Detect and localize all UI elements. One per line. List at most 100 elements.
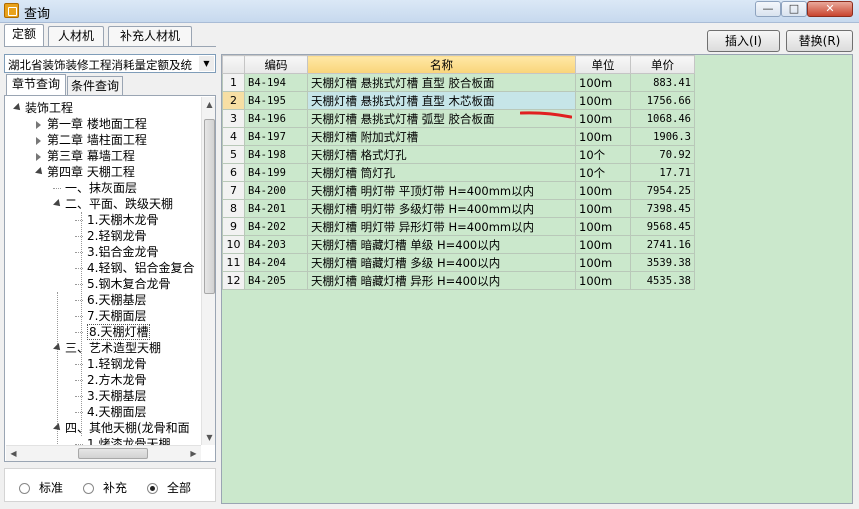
name-cell[interactable]: 天棚灯槽 暗藏灯槽 单级 H=400以内: [307, 235, 576, 254]
chevron-down-icon[interactable]: ▼: [199, 56, 214, 71]
name-cell[interactable]: 天棚灯槽 格式灯孔: [307, 145, 576, 164]
tree-node[interactable]: 3.天棚基层: [87, 388, 146, 404]
table-row[interactable]: 6 B4-199 天棚灯槽 筒灯孔 10个 17.71: [222, 163, 695, 182]
code-cell[interactable]: B4-196: [244, 109, 308, 128]
name-cell[interactable]: 天棚灯槽 附加式灯槽: [307, 127, 576, 146]
price-cell[interactable]: 883.41: [630, 73, 695, 92]
name-cell[interactable]: 天棚灯槽 悬挑式灯槽 直型 胶合板面: [307, 73, 576, 92]
tree-node[interactable]: 3.铝合金龙骨: [87, 244, 158, 260]
expand-triangle-icon[interactable]: [53, 199, 63, 209]
row-number[interactable]: 3: [222, 109, 245, 128]
unit-cell[interactable]: 100m: [575, 181, 631, 200]
scroll-down-icon[interactable]: ▼: [202, 430, 215, 445]
row-number[interactable]: 10: [222, 235, 245, 254]
code-cell[interactable]: B4-202: [244, 217, 308, 236]
unit-cell[interactable]: 100m: [575, 109, 631, 128]
price-cell[interactable]: 70.92: [630, 145, 695, 164]
unit-cell[interactable]: 10个: [575, 163, 631, 182]
unit-cell[interactable]: 100m: [575, 73, 631, 92]
expand-triangle-icon[interactable]: [13, 103, 23, 113]
scroll-thumb[interactable]: [204, 119, 215, 294]
name-cell[interactable]: 天棚灯槽 明灯带 平顶灯带 H=400mm以内: [307, 181, 576, 200]
unit-cell[interactable]: 100m: [575, 253, 631, 272]
tree-node[interactable]: 4.轻钢、铝合金复合: [87, 260, 194, 276]
row-number[interactable]: 1: [222, 73, 245, 92]
expand-triangle-icon[interactable]: [53, 423, 63, 433]
unit-cell[interactable]: 100m: [575, 127, 631, 146]
tab-condition-search[interactable]: 条件查询: [67, 76, 123, 95]
tree-node[interactable]: 四、其他天棚(龙骨和面: [65, 420, 190, 436]
tab-supplement-labor-material[interactable]: 补充人材机: [108, 26, 192, 46]
tree-node[interactable]: 6.天棚基层: [87, 292, 146, 308]
code-cell[interactable]: B4-205: [244, 271, 308, 290]
unit-cell[interactable]: 10个: [575, 145, 631, 164]
price-cell[interactable]: 9568.45: [630, 217, 695, 236]
table-row[interactable]: 7 B4-200 天棚灯槽 明灯带 平顶灯带 H=400mm以内 100m 7954.2…: [222, 181, 695, 200]
tree-node[interactable]: 第三章 幕墙工程: [47, 148, 135, 164]
code-cell[interactable]: B4-197: [244, 127, 308, 146]
row-number[interactable]: 9: [222, 217, 245, 236]
tree-node[interactable]: 2.轻钢龙骨: [87, 228, 146, 244]
name-cell[interactable]: 天棚灯槽 明灯带 异形灯带 H=400mm以内: [307, 217, 576, 236]
price-cell[interactable]: 1068.46: [630, 109, 695, 128]
code-cell[interactable]: B4-199: [244, 163, 308, 182]
scroll-thumb-horizontal[interactable]: [78, 448, 148, 459]
library-select[interactable]: 湖北省装饰装修工程消耗量定额及统 ▼: [4, 54, 216, 73]
price-cell[interactable]: 1906.3: [630, 127, 695, 146]
price-cell[interactable]: 7954.25: [630, 181, 695, 200]
tree-node[interactable]: 1.天棚木龙骨: [87, 212, 158, 228]
table-row[interactable]: 4 B4-197 天棚灯槽 附加式灯槽 100m 1906.3: [222, 127, 695, 146]
collapse-triangle-icon[interactable]: [36, 121, 41, 129]
tree-node[interactable]: 8.天棚灯槽: [87, 324, 151, 340]
tree-horizontal-scrollbar[interactable]: ◀ ▶: [6, 445, 201, 461]
table-row[interactable]: 10 B4-203 天棚灯槽 暗藏灯槽 单级 H=400以内 100m 2741.16: [222, 235, 695, 254]
row-number[interactable]: 7: [222, 181, 245, 200]
row-number[interactable]: 4: [222, 127, 245, 146]
tree-node[interactable]: 7.天棚面层: [87, 308, 146, 324]
unit-cell[interactable]: 100m: [575, 235, 631, 254]
code-cell[interactable]: B4-194: [244, 73, 308, 92]
radio-supplement[interactable]: 补充: [83, 479, 127, 496]
unit-cell[interactable]: 100m: [575, 91, 631, 110]
scroll-up-icon[interactable]: ▲: [202, 97, 215, 112]
chapter-tree[interactable]: 装饰工程 第一章 楼地面工程 第二章 墙柱面工程 第三章 幕墙工程 第四章 天棚工程 一、…: [4, 95, 216, 462]
scroll-left-icon[interactable]: ◀: [6, 446, 21, 461]
price-cell[interactable]: 17.71: [630, 163, 695, 182]
tree-node[interactable]: 一、抹灰面层: [65, 180, 137, 196]
tree-node[interactable]: 装饰工程: [25, 100, 73, 116]
expand-triangle-icon[interactable]: [35, 167, 45, 177]
column-header-name[interactable]: 名称: [307, 55, 576, 74]
code-cell[interactable]: B4-195: [244, 91, 308, 110]
price-cell[interactable]: 3539.38: [630, 253, 695, 272]
price-cell[interactable]: 7398.45: [630, 199, 695, 218]
row-number[interactable]: 5: [222, 145, 245, 164]
name-cell[interactable]: 天棚灯槽 筒灯孔: [307, 163, 576, 182]
insert-button[interactable]: 插入(I): [707, 30, 780, 52]
name-cell[interactable]: 天棚灯槽 悬挑式灯槽 直型 木芯板面: [307, 91, 576, 110]
tree-node[interactable]: 4.天棚面层: [87, 404, 146, 420]
tree-node[interactable]: 第一章 楼地面工程: [47, 116, 147, 132]
maximize-button[interactable]: □: [781, 1, 807, 17]
row-number[interactable]: 11: [222, 253, 245, 272]
table-row[interactable]: 3 B4-196 天棚灯槽 悬挑式灯槽 弧型 胶合板面 100m 1068.46: [222, 109, 695, 128]
tree-node[interactable]: 5.钢木复合龙骨: [87, 276, 170, 292]
tree-vertical-scrollbar[interactable]: ▲ ▼: [201, 97, 215, 445]
row-number[interactable]: 2: [222, 91, 245, 110]
collapse-triangle-icon[interactable]: [36, 137, 41, 145]
expand-triangle-icon[interactable]: [53, 343, 63, 353]
table-row[interactable]: 5 B4-198 天棚灯槽 格式灯孔 10个 70.92: [222, 145, 695, 164]
unit-cell[interactable]: 100m: [575, 217, 631, 236]
column-header-price[interactable]: 单价: [630, 55, 695, 74]
collapse-triangle-icon[interactable]: [36, 153, 41, 161]
tree-node[interactable]: 2.方木龙骨: [87, 372, 146, 388]
unit-cell[interactable]: 100m: [575, 199, 631, 218]
tree-node[interactable]: 第四章 天棚工程: [47, 164, 135, 180]
tab-chapter-search[interactable]: 章节查询: [6, 74, 66, 95]
code-cell[interactable]: B4-201: [244, 199, 308, 218]
minimize-button[interactable]: —: [755, 1, 781, 17]
row-number[interactable]: 6: [222, 163, 245, 182]
tree-node[interactable]: 二、平面、跌级天棚: [65, 196, 173, 212]
code-cell[interactable]: B4-198: [244, 145, 308, 164]
code-cell[interactable]: B4-200: [244, 181, 308, 200]
code-cell[interactable]: B4-204: [244, 253, 308, 272]
